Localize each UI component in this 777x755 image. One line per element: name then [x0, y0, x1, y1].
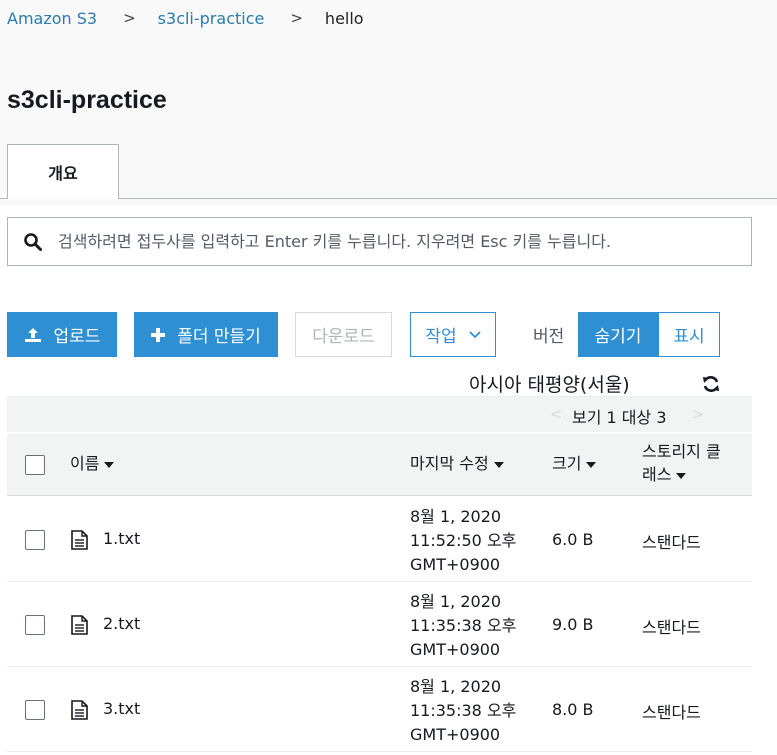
upload-icon — [24, 327, 42, 343]
file-icon — [71, 615, 88, 635]
pagination-prev-icon[interactable]: < — [550, 405, 563, 423]
actions-dropdown-label: 작업 — [425, 327, 457, 347]
file-icon — [71, 530, 88, 550]
create-folder-button[interactable]: 폴더 만들기 — [134, 312, 278, 357]
search-box — [7, 217, 752, 266]
page-title: s3cli-practice — [7, 86, 167, 114]
storage-class: 스탠다드 — [642, 618, 701, 637]
row-checkbox[interactable] — [25, 615, 45, 635]
file-name-link[interactable]: 2.txt — [103, 614, 140, 633]
last-modified-timezone: GMT+0900 — [410, 555, 501, 574]
breadcrumb-separator: > — [290, 9, 303, 27]
download-button-label: 다운로드 — [312, 327, 375, 347]
version-hide-label: 숨기기 — [594, 327, 642, 347]
region-label: 아시아 태평양(서울) — [469, 374, 630, 396]
breadcrumb-root-link[interactable]: Amazon S3 — [7, 9, 97, 28]
row-checkbox[interactable] — [25, 530, 45, 550]
breadcrumb-separator: > — [123, 9, 136, 27]
storage-class: 스탠다드 — [642, 533, 701, 552]
breadcrumb: Amazon S3 > s3cli-practice > hello — [7, 6, 364, 30]
table-row[interactable]: 3.txt 8월 1, 2020 11:35:38 오후 GMT+0900 8.… — [7, 667, 752, 752]
sort-caret-icon — [676, 472, 687, 479]
column-header-size-label: 크기 — [552, 454, 582, 473]
table-row[interactable]: 2.txt 8월 1, 2020 11:35:38 오후 GMT+0900 9.… — [7, 582, 752, 667]
pagination-bar: < 보기 1 대상 3 > — [7, 396, 752, 432]
last-modified-timezone: GMT+0900 — [410, 640, 501, 659]
file-size: 9.0 B — [552, 615, 594, 634]
actions-dropdown[interactable]: 작업 — [410, 312, 496, 357]
chevron-down-icon — [469, 330, 481, 339]
column-header-storage-line1: 스토리지 클 — [642, 442, 721, 461]
version-show-toggle[interactable]: 표시 — [658, 312, 720, 357]
last-modified-timezone: GMT+0900 — [410, 725, 501, 744]
search-input[interactable] — [58, 221, 751, 262]
search-icon — [8, 217, 58, 266]
breadcrumb-bucket-link[interactable]: s3cli-practice — [158, 9, 265, 28]
file-name-link[interactable]: 3.txt — [103, 699, 140, 718]
select-all-checkbox[interactable] — [25, 455, 45, 475]
tab-overview[interactable]: 개요 — [7, 144, 119, 199]
tab-overview-label: 개요 — [48, 164, 78, 183]
plus-icon — [151, 327, 166, 342]
table-header: 이름 마지막 수정 크기 스토리지 클 래스 — [7, 434, 752, 496]
column-header-name[interactable]: 이름 — [70, 452, 115, 475]
version-label: 버전 — [533, 327, 565, 347]
create-folder-button-label: 폴더 만들기 — [177, 327, 261, 347]
sort-caret-icon — [104, 461, 115, 468]
file-size: 6.0 B — [552, 530, 594, 549]
pagination-next-icon[interactable]: > — [692, 405, 705, 423]
pagination-text: 보기 1 대상 3 — [572, 408, 667, 427]
storage-class: 스탠다드 — [642, 703, 701, 722]
row-checkbox[interactable] — [25, 700, 45, 720]
sort-caret-icon — [493, 461, 504, 468]
column-header-modified-label: 마지막 수정 — [410, 454, 489, 473]
column-header-storage-line2: 래스 — [642, 465, 672, 484]
last-modified-time: 11:52:50 오후 — [410, 531, 517, 550]
column-header-name-label: 이름 — [70, 454, 100, 473]
file-size: 8.0 B — [552, 700, 594, 719]
last-modified: 8월 1, 2020 11:35:38 오후 GMT+0900 — [410, 590, 516, 662]
last-modified-time: 11:35:38 오후 — [410, 616, 517, 635]
upload-button-label: 업로드 — [53, 327, 101, 347]
last-modified: 8월 1, 2020 11:52:50 오후 GMT+0900 — [410, 505, 516, 577]
column-header-storage-class[interactable]: 스토리지 클 래스 — [642, 440, 721, 486]
breadcrumb-current: hello — [324, 8, 364, 28]
last-modified-time: 11:35:38 오후 — [410, 701, 517, 720]
file-icon — [71, 700, 88, 720]
version-show-label: 표시 — [673, 327, 705, 347]
table-row[interactable]: 1.txt 8월 1, 2020 11:52:50 오후 GMT+0900 6.… — [7, 497, 752, 582]
file-name-link[interactable]: 1.txt — [103, 529, 140, 548]
column-header-size[interactable]: 크기 — [552, 452, 597, 475]
sort-caret-icon — [586, 461, 597, 468]
last-modified-date: 8월 1, 2020 — [410, 592, 502, 611]
upload-button[interactable]: 업로드 — [7, 312, 117, 357]
last-modified-date: 8월 1, 2020 — [410, 677, 502, 696]
version-hide-toggle[interactable]: 숨기기 — [578, 312, 658, 357]
last-modified-date: 8월 1, 2020 — [410, 507, 502, 526]
last-modified: 8월 1, 2020 11:35:38 오후 GMT+0900 — [410, 675, 516, 747]
column-header-modified[interactable]: 마지막 수정 — [410, 452, 504, 475]
download-button[interactable]: 다운로드 — [295, 312, 392, 357]
refresh-icon[interactable] — [701, 374, 721, 394]
